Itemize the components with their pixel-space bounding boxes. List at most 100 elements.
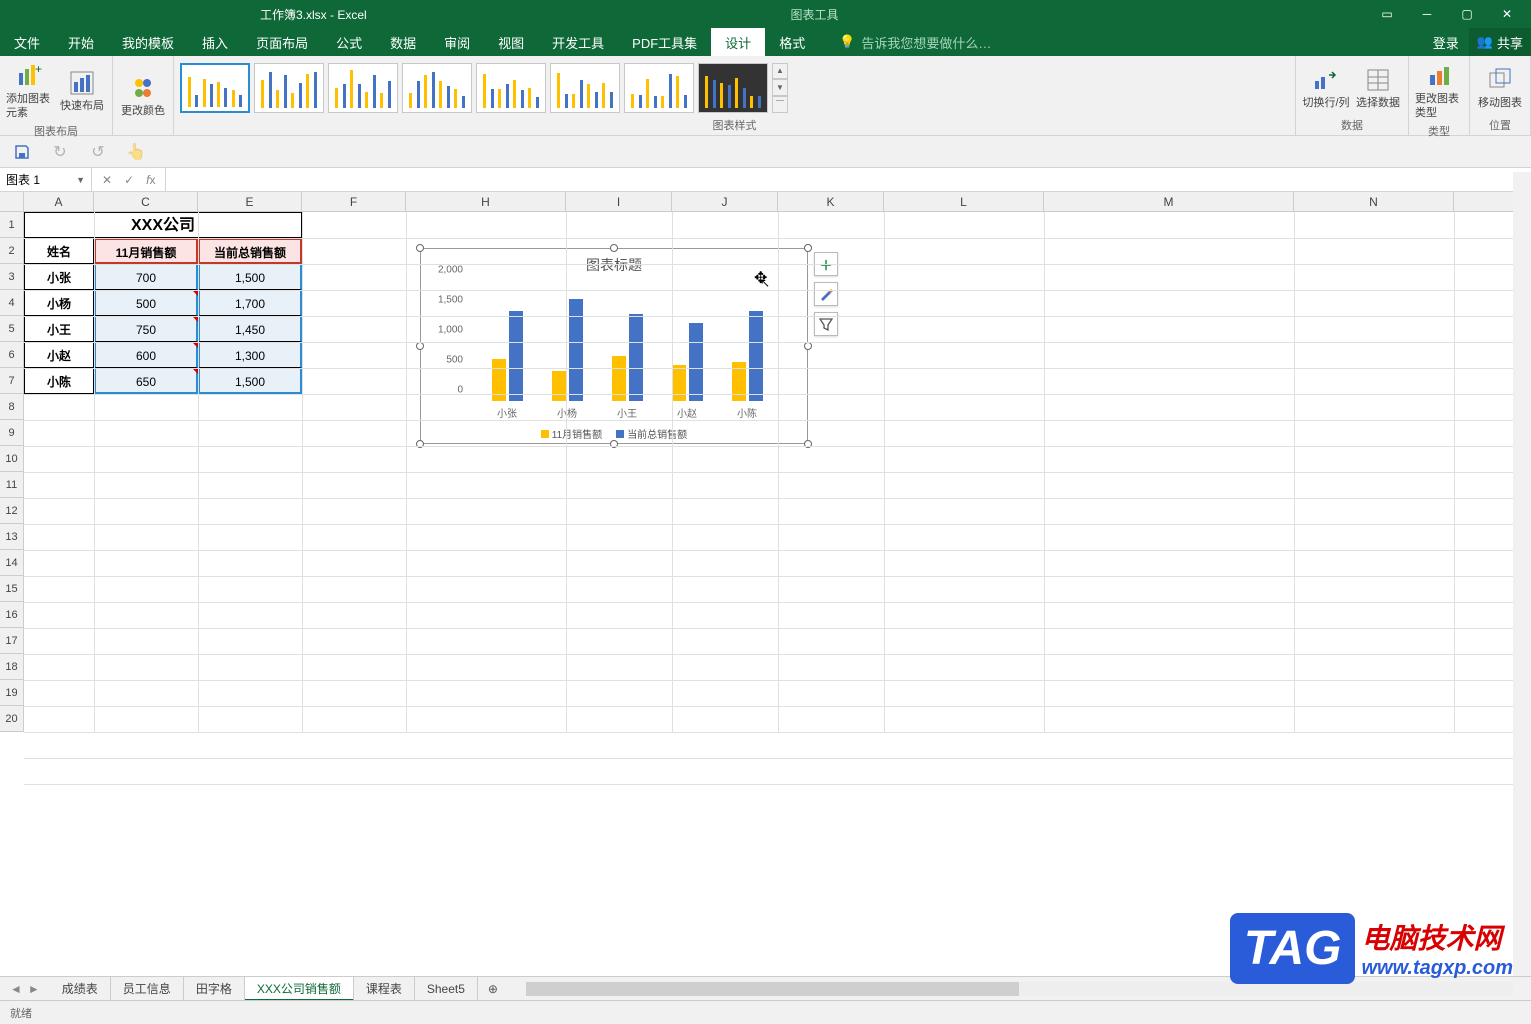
cell-nov[interactable]: 750 [94,316,198,342]
row-header[interactable]: 12 [0,498,23,524]
change-chart-type-button[interactable]: 更改图表类型 [1415,60,1463,121]
chart-style-thumb[interactable] [476,63,546,113]
cell-name[interactable]: 小王 [24,316,94,342]
tell-me[interactable]: 💡 告诉我您想要做什么… [819,28,1423,56]
chart-style-thumb[interactable] [402,63,472,113]
cell-name[interactable]: 小赵 [24,342,94,368]
chart-bar[interactable] [749,311,763,401]
row-header[interactable]: 3 [0,264,23,290]
change-colors-button[interactable]: 更改颜色 [119,72,167,118]
header-name[interactable]: 姓名 [24,238,94,264]
cell-total[interactable]: 1,500 [198,264,302,290]
worksheet-grid[interactable]: A C E F H I J K L M N 123456789101112131… [0,192,1531,872]
enter-formula-button[interactable]: ✓ [124,173,134,187]
chart-plot-area[interactable]: 05001,0001,5002,000 [467,281,787,401]
chart-style-thumb[interactable] [180,63,250,113]
cell-total[interactable]: 1,300 [198,342,302,368]
bar-group[interactable] [732,311,763,401]
column-header[interactable]: M [1044,192,1294,211]
new-sheet-button[interactable]: ⊕ [478,982,508,996]
sheet-tab[interactable]: XXX公司销售额 [245,977,354,1001]
row-header[interactable]: 16 [0,602,23,628]
selection-handle[interactable] [804,244,812,252]
cell-nov[interactable]: 600 [94,342,198,368]
tab-insert[interactable]: 插入 [188,28,242,56]
cell-name[interactable]: 小陈 [24,368,94,394]
formula-bar[interactable] [166,168,1511,191]
row-header[interactable]: 18 [0,654,23,680]
row-header[interactable]: 13 [0,524,23,550]
row-header[interactable]: 15 [0,576,23,602]
select-data-button[interactable]: 选择数据 [1354,64,1402,110]
chart-style-thumb[interactable] [328,63,398,113]
column-header[interactable]: F [302,192,406,211]
row-header[interactable]: 7 [0,368,23,394]
chart-title[interactable]: 图表标题 [421,249,807,281]
chart-bar[interactable] [509,311,523,401]
bar-group[interactable] [552,299,583,401]
cell-nov[interactable]: 650 [94,368,198,394]
row-header[interactable]: 20 [0,706,23,732]
row-header[interactable]: 10 [0,446,23,472]
column-header[interactable]: C [94,192,198,211]
chart-bar[interactable] [629,314,643,401]
fx-icon[interactable]: fx [146,173,155,187]
ribbon-display-options-icon[interactable]: ▭ [1369,4,1405,24]
chart-style-thumb[interactable] [624,63,694,113]
row-header[interactable]: 2 [0,238,23,264]
cell-name[interactable]: 小张 [24,264,94,290]
style-scroll-up[interactable]: ▲ [772,63,788,80]
row-header[interactable]: 19 [0,680,23,706]
embedded-chart[interactable]: 图表标题 05001,0001,5002,000 小张小杨小王小赵小陈 11月销… [420,248,808,444]
row-header[interactable]: 6 [0,342,23,368]
touch-mode-button[interactable]: 👆 [126,142,146,162]
style-scroll-down[interactable]: ▼ [772,79,788,96]
column-header[interactable]: E [198,192,302,211]
chart-style-thumb[interactable] [254,63,324,113]
chart-styles-button[interactable] [814,282,838,306]
tab-developer[interactable]: 开发工具 [538,28,618,56]
add-chart-element-button[interactable]: + 添加图表元素 [6,60,54,121]
style-expand[interactable]: ⎺ [772,96,788,113]
column-header[interactable]: H [406,192,566,211]
chart-bar[interactable] [552,371,566,401]
move-chart-button[interactable]: 移动图表 [1476,64,1524,110]
tab-mytemplates[interactable]: 我的模板 [108,28,188,56]
header-nov[interactable]: 11月销售额 [94,238,198,264]
row-header[interactable]: 5 [0,316,23,342]
column-header[interactable]: I [566,192,672,211]
row-header[interactable]: 17 [0,628,23,654]
sheet-tab[interactable]: 田字格 [184,977,245,1001]
header-total[interactable]: 当前总销售额 [198,238,302,264]
tab-home[interactable]: 开始 [54,28,108,56]
vertical-scrollbar[interactable] [1513,172,1531,976]
bar-group[interactable] [492,311,523,401]
close-button[interactable]: ✕ [1489,4,1525,24]
column-header[interactable]: L [884,192,1044,211]
chart-style-thumb[interactable] [550,63,620,113]
row-header[interactable]: 11 [0,472,23,498]
tab-formulas[interactable]: 公式 [322,28,376,56]
select-all-button[interactable] [0,192,24,211]
bar-group[interactable] [672,323,703,401]
row-header[interactable]: 9 [0,420,23,446]
cell-nov[interactable]: 700 [94,264,198,290]
tab-view[interactable]: 视图 [484,28,538,56]
selection-handle[interactable] [416,342,424,350]
row-header[interactable]: 1 [0,212,23,238]
sheet-tab[interactable]: 成绩表 [50,977,111,1001]
column-header[interactable]: K [778,192,884,211]
row-header[interactable]: 4 [0,290,23,316]
minimize-button[interactable]: ─ [1409,4,1445,24]
tab-review[interactable]: 审阅 [430,28,484,56]
company-title-cell[interactable]: XXX公司 [24,212,302,238]
sheet-tab[interactable]: 员工信息 [111,977,184,1001]
maximize-button[interactable]: ▢ [1449,4,1485,24]
tab-data[interactable]: 数据 [376,28,430,56]
sheet-nav-first[interactable]: ◄ [10,982,22,996]
tab-pagelayout[interactable]: 页面布局 [242,28,322,56]
chart-style-thumb[interactable] [698,63,768,113]
column-header[interactable]: N [1294,192,1454,211]
selection-handle[interactable] [610,244,618,252]
quick-layout-button[interactable]: 快速布局 [58,67,106,113]
